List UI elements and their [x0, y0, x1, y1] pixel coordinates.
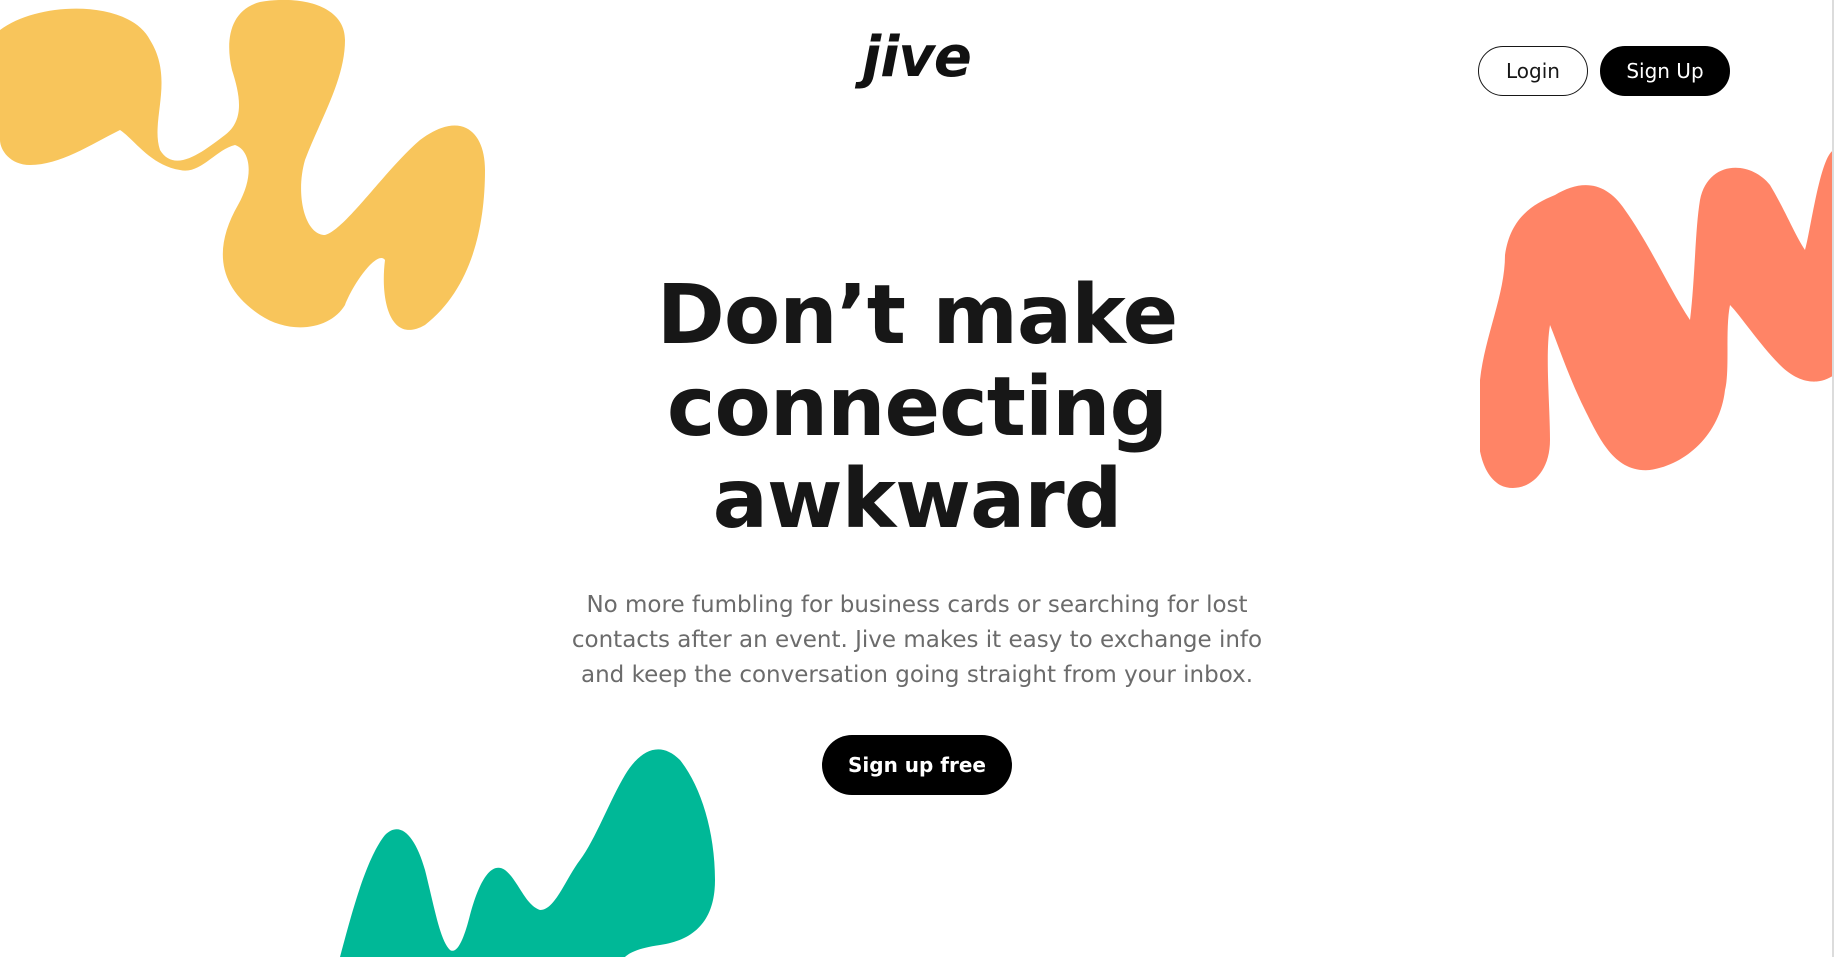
cta-container: Sign up free: [467, 735, 1367, 795]
hero-title-line: awkward: [712, 452, 1123, 547]
hero-title-line: connecting: [666, 360, 1168, 455]
login-button[interactable]: Login: [1478, 46, 1588, 96]
signup-free-button[interactable]: Sign up free: [822, 735, 1012, 795]
hero-title: Don’t make connecting awkward: [467, 270, 1367, 546]
hero-section: Don’t make connecting awkward No more fu…: [467, 270, 1367, 795]
jive-logo[interactable]: jive: [862, 30, 972, 86]
signup-button[interactable]: Sign Up: [1600, 46, 1730, 96]
hero-title-line: Don’t make: [656, 268, 1178, 363]
auth-actions: Login Sign Up: [1478, 46, 1730, 96]
top-navigation: jive Login Sign Up: [0, 0, 1834, 130]
coral-squiggle-decoration: [1480, 150, 1834, 488]
landing-page: jive Login Sign Up Don’t make connecting…: [0, 0, 1834, 957]
coral-squiggle-shape: [1480, 150, 1834, 488]
hero-subtitle: No more fumbling for business cards or s…: [571, 592, 1263, 688]
